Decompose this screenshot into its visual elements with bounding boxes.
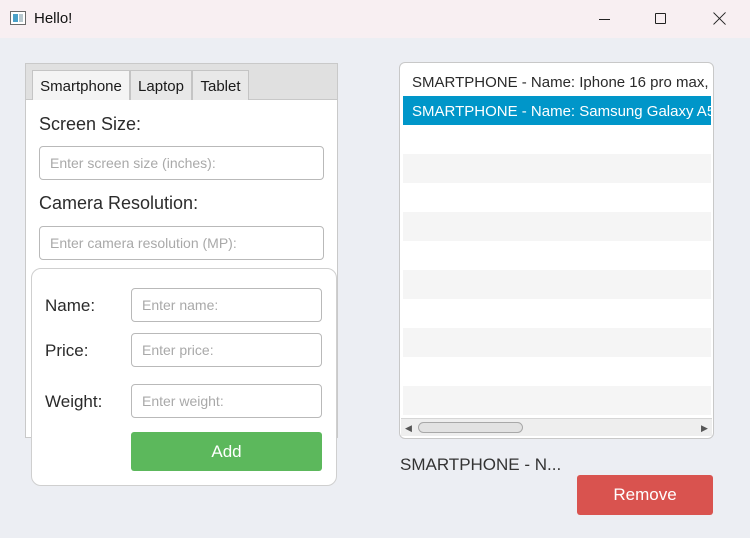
screen-size-input[interactable] — [39, 146, 324, 180]
app-icon — [10, 11, 26, 25]
maximize-icon — [655, 13, 666, 24]
list-empty-row — [403, 183, 711, 212]
scrollbar-thumb[interactable] — [418, 422, 523, 433]
weight-label: Weight: — [45, 392, 103, 411]
add-button[interactable]: Add — [131, 432, 322, 471]
tab-laptop[interactable]: Laptop — [130, 70, 192, 100]
list-empty-row — [403, 154, 711, 183]
weight-input[interactable] — [131, 384, 322, 418]
camera-resolution-input[interactable] — [39, 226, 324, 260]
list-empty-row — [403, 386, 711, 415]
screen-size-label: Screen Size: — [39, 114, 142, 134]
tab-tablet[interactable]: Tablet — [192, 70, 249, 100]
list-empty-row — [403, 270, 711, 299]
maximize-button[interactable] — [637, 0, 683, 38]
scroll-right-icon[interactable]: ▶ — [701, 423, 708, 434]
minimize-button[interactable] — [581, 0, 627, 38]
close-icon — [713, 12, 726, 25]
price-input[interactable] — [131, 333, 322, 367]
title-bar: Hello! — [0, 0, 750, 38]
list-empty-row — [403, 328, 711, 357]
product-list[interactable]: SMARTPHONE - Name: Iphone 16 pro max, P … — [399, 62, 714, 439]
list-empty-row — [403, 212, 711, 241]
list-empty-row — [403, 241, 711, 270]
horizontal-scrollbar[interactable]: ◀ ▶ — [401, 418, 712, 436]
tab-smartphone[interactable]: Smartphone — [32, 70, 130, 100]
list-empty-row — [403, 299, 711, 328]
list-empty-row — [403, 125, 711, 154]
list-empty-row — [403, 357, 711, 386]
list-item-selected[interactable]: SMARTPHONE - Name: Samsung Galaxy A51, — [403, 96, 711, 125]
window-title: Hello! — [34, 10, 73, 27]
tab-header: Smartphone Laptop Tablet — [26, 64, 337, 100]
minimize-icon — [599, 19, 610, 20]
camera-resolution-label: Camera Resolution: — [39, 193, 199, 213]
price-label: Price: — [45, 341, 89, 360]
close-button[interactable] — [696, 0, 742, 38]
name-input[interactable] — [131, 288, 322, 322]
selected-item-detail: SMARTPHONE - N... — [400, 455, 562, 474]
scroll-left-icon[interactable]: ◀ — [405, 423, 412, 434]
remove-button[interactable]: Remove — [577, 475, 713, 515]
name-label: Name: — [45, 296, 96, 315]
list-item[interactable]: SMARTPHONE - Name: Iphone 16 pro max, P — [403, 67, 711, 96]
